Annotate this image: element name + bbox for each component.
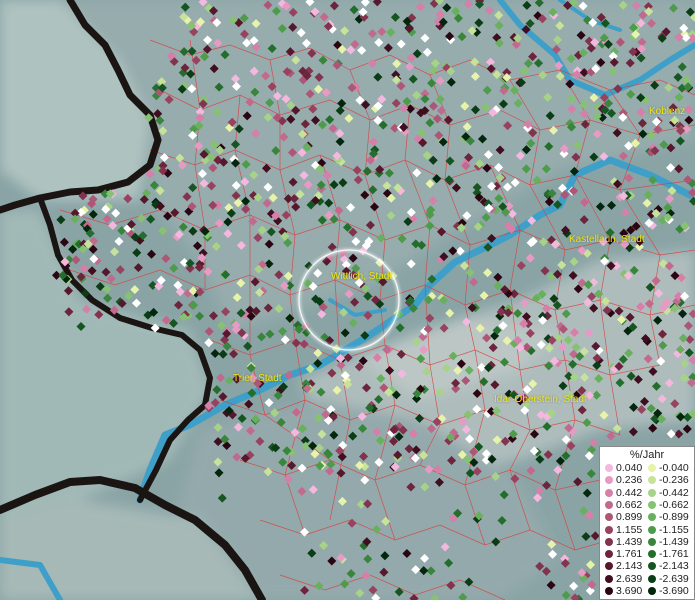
town-label-idar-oberstein[interactable]: Idar-Oberstein, Stadt xyxy=(494,394,587,405)
legend-value-negative: -1.761 xyxy=(659,548,689,561)
legend-row: 1.439 -1.439 xyxy=(604,536,694,548)
legend-swatch-negative xyxy=(648,500,656,509)
legend-swatch-negative xyxy=(648,513,656,522)
legend-value-positive: 3.690 xyxy=(616,585,643,597)
legend-swatch-negative xyxy=(648,476,656,485)
legend-swatch-positive xyxy=(605,537,613,546)
legend-value-negative: -0.236 xyxy=(659,474,689,487)
legend-row: 1.155 -1.155 xyxy=(604,524,694,536)
legend-swatch-positive xyxy=(605,500,613,509)
legend-value-positive: 2.143 xyxy=(616,560,643,573)
legend-swatch-positive xyxy=(605,476,613,485)
legend-swatch-positive xyxy=(605,587,613,595)
map-canvas[interactable] xyxy=(0,0,695,600)
legend-value-positive: 1.439 xyxy=(616,535,643,548)
legend-row: 0.040 -0.040 xyxy=(604,462,694,474)
legend-value-positive: 0.040 xyxy=(616,462,643,474)
legend-swatch-positive xyxy=(605,513,613,522)
legend-value-negative: -3.690 xyxy=(659,585,689,597)
legend-row: 2.639 -2.639 xyxy=(604,573,694,585)
legend-row: 0.899 -0.899 xyxy=(604,511,694,523)
legend-title: %/Jahr xyxy=(629,449,665,461)
legend-value-positive: 1.761 xyxy=(616,548,643,561)
legend-value-negative: -0.442 xyxy=(659,486,689,499)
legend-swatch-positive xyxy=(605,488,613,497)
legend-value-negative: -1.439 xyxy=(659,535,689,548)
legend-swatch-negative xyxy=(648,464,656,472)
legend-value-negative: -0.899 xyxy=(659,511,689,524)
legend-swatch-negative xyxy=(648,488,656,497)
legend-value-positive: 0.662 xyxy=(616,498,643,511)
legend-value-negative: -2.143 xyxy=(659,560,689,573)
legend-swatch-negative xyxy=(648,562,656,571)
legend-swatch-negative xyxy=(648,574,656,583)
legend-swatch-negative xyxy=(648,550,656,559)
town-label-koblenz[interactable]: Koblenz xyxy=(649,106,685,117)
legend-row: 1.761 -1.761 xyxy=(604,548,694,560)
legend-value-positive: 0.899 xyxy=(616,511,643,524)
legend-swatch-positive xyxy=(605,550,613,559)
legend-swatch-positive xyxy=(605,574,613,583)
town-label-wittlich[interactable]: Wittlich, Stadt xyxy=(331,271,392,282)
legend-value-negative: -0.040 xyxy=(659,462,689,474)
legend-row: 0.442 -0.442 xyxy=(604,487,694,499)
legend-row: 0.662 -0.662 xyxy=(604,499,694,511)
legend-value-negative: -0.662 xyxy=(659,498,689,511)
legend-row: 2.143 -2.143 xyxy=(604,560,694,572)
legend-swatch-positive xyxy=(605,525,613,534)
legend-row: 3.690 -3.690 xyxy=(604,585,694,597)
legend-swatch-positive xyxy=(605,464,613,472)
legend-value-negative: -2.639 xyxy=(659,572,689,585)
legend-value-positive: 2.639 xyxy=(616,572,643,585)
legend-value-positive: 1.155 xyxy=(616,523,643,536)
legend-value-positive: 0.236 xyxy=(616,474,643,487)
legend-value-positive: 0.442 xyxy=(616,486,643,499)
town-label-trier[interactable]: Trier, Stadt xyxy=(233,373,282,384)
legend: %/Jahr 0.040 -0.040 0.236 -0.236 0.442 -0.442… xyxy=(599,446,695,600)
legend-swatch-negative xyxy=(648,525,656,534)
legend-swatch-negative xyxy=(648,587,656,595)
legend-value-negative: -1.155 xyxy=(659,523,689,536)
legend-swatch-negative xyxy=(648,537,656,546)
legend-swatch-positive xyxy=(605,562,613,571)
legend-row: 0.236 -0.236 xyxy=(604,474,694,486)
town-label-kastellaun[interactable]: Kastellaun, Stadt xyxy=(569,234,645,245)
